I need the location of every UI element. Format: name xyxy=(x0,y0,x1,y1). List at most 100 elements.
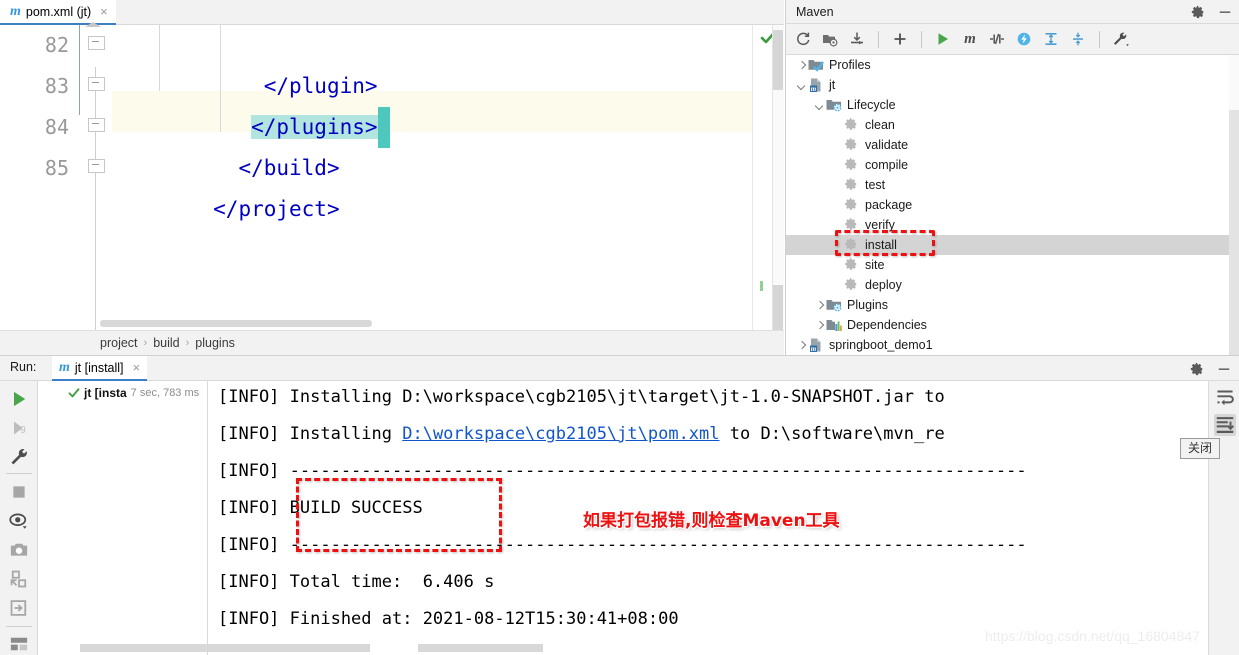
goal-gear-icon xyxy=(844,217,860,233)
maven-tree-item-verify[interactable]: verify xyxy=(786,215,1239,235)
maven-tree-item-lifecycle[interactable]: Lifecycle xyxy=(786,95,1239,115)
toggle-offline-icon[interactable] xyxy=(1015,30,1033,48)
code-line-85[interactable]: </project> xyxy=(112,148,784,221)
chevron-right-icon[interactable] xyxy=(795,59,808,72)
editor-scrollbar-thumb-lower[interactable] xyxy=(773,285,783,330)
add-icon[interactable] xyxy=(891,30,909,48)
editor-code-area[interactable]: </plugin> </plugins> </build> </project> xyxy=(112,25,784,330)
scroll-to-end-icon[interactable] xyxy=(1214,414,1236,436)
goal-gear-icon xyxy=(844,177,860,193)
close-icon[interactable]: × xyxy=(100,4,108,19)
editor-horizontal-scrollbar[interactable] xyxy=(100,320,372,327)
code-line-83[interactable]: </plugins> xyxy=(112,66,784,148)
expand-all-icon[interactable] xyxy=(1042,30,1060,48)
run-tree-item-jt-install[interactable]: jt [insta 7 sec, 783 ms xyxy=(68,386,199,400)
maven-tree-item-clean[interactable]: clean xyxy=(786,115,1239,135)
maven-tree-item-install[interactable]: install xyxy=(786,235,1239,255)
console-line: [INFO] Total time: 6.406 s xyxy=(218,572,494,592)
maven-tree-item-label: site xyxy=(865,258,885,272)
breadcrumb-item-plugins[interactable]: plugins xyxy=(195,336,235,350)
toolbar-separator xyxy=(1099,30,1100,48)
maven-tree-item-springboot-demo1[interactable]: m springboot_demo1 xyxy=(786,335,1239,355)
generate-sources-icon[interactable] xyxy=(821,30,839,48)
minimap-marker xyxy=(760,281,763,291)
console-link[interactable]: D:\workspace\cgb2105\jt\pom.xml xyxy=(402,424,719,444)
maven-tree-item-compile[interactable]: compile xyxy=(786,155,1239,175)
run-tree-panel[interactable]: jt [insta 7 sec, 783 ms xyxy=(38,381,208,655)
close-icon[interactable]: × xyxy=(133,360,141,375)
goal-gear-icon xyxy=(844,257,860,273)
run-icon[interactable] xyxy=(934,30,952,48)
console-text: [INFO] Total time: 6.406 s xyxy=(218,572,495,592)
gear-icon[interactable] xyxy=(1191,5,1205,19)
download-sources-icon[interactable] xyxy=(848,30,866,48)
chevron-right-icon[interactable] xyxy=(813,319,826,332)
code-line-82[interactable]: </plugin> xyxy=(112,25,784,98)
maven-run-icon: m xyxy=(59,359,70,375)
maven-tree-item-deploy[interactable]: deploy xyxy=(786,275,1239,295)
maven-tree-scrollbar-thumb[interactable] xyxy=(1229,110,1239,395)
maven-project-tree[interactable]: Profiles m jt Lifecycle clean validate compile… xyxy=(786,55,1239,355)
svg-text:m: m xyxy=(811,345,817,353)
console-right-toolbar xyxy=(1208,381,1239,655)
console-horizontal-scrollbar[interactable] xyxy=(418,644,543,652)
maven-tree-item-dependencies[interactable]: Dependencies xyxy=(786,315,1239,335)
run-tree-horizontal-scrollbar[interactable] xyxy=(80,644,370,652)
filter-eye-icon[interactable] xyxy=(9,511,29,531)
minimize-icon[interactable] xyxy=(1217,362,1231,376)
execute-maven-goal-icon[interactable]: m xyxy=(961,30,979,48)
goal-gear-icon xyxy=(844,137,860,153)
console-line: [INFO] Finished at: 2021-08-12T15:30:41+… xyxy=(218,609,679,629)
maven-tree-item-plugins[interactable]: Plugins xyxy=(786,295,1239,315)
edit-configuration-wrench-icon[interactable] xyxy=(9,447,29,467)
maven-tree-item-profiles[interactable]: Profiles xyxy=(786,55,1239,75)
stop-icon[interactable] xyxy=(9,482,29,502)
maven-tree-item-label: springboot_demo1 xyxy=(829,338,933,352)
maven-tree-scrollbar[interactable] xyxy=(1229,55,1239,395)
maven-tree-item-validate[interactable]: validate xyxy=(786,135,1239,155)
svg-text:9: 9 xyxy=(20,425,26,436)
rerun-failed-icon[interactable]: 9 xyxy=(9,418,29,438)
maven-tree-item-jt[interactable]: m jt xyxy=(786,75,1239,95)
breadcrumb-item-build[interactable]: build xyxy=(153,336,179,350)
restore-layout-icon[interactable] xyxy=(9,569,29,589)
maven-tree-item-label: deploy xyxy=(865,278,902,292)
chevron-down-icon[interactable] xyxy=(813,99,826,112)
minimize-icon[interactable] xyxy=(1218,5,1232,19)
toggle-skip-tests-icon[interactable] xyxy=(988,30,1006,48)
maven-tree-item-label: install xyxy=(865,238,897,252)
goal-gear-icon xyxy=(844,237,860,253)
console-text: [INFO] BUILD SUCCESS xyxy=(218,498,423,518)
gear-icon[interactable] xyxy=(1190,362,1204,376)
chevron-down-icon[interactable] xyxy=(795,79,808,92)
soft-wrap-icon[interactable] xyxy=(1214,386,1236,408)
run-tab-jt-install[interactable]: m jt [install] × xyxy=(52,356,148,381)
toolbar-separator xyxy=(6,626,32,627)
collapse-all-icon[interactable] xyxy=(1069,30,1087,48)
fold-toggle-icon[interactable] xyxy=(86,74,106,94)
reimport-icon[interactable] xyxy=(794,30,812,48)
console-text: [INFO] Installing xyxy=(218,424,403,444)
chevron-right-icon[interactable] xyxy=(813,299,826,312)
fold-toggle-icon[interactable] xyxy=(86,33,106,53)
scroll-to-source-icon[interactable] xyxy=(9,598,29,618)
fold-toggle-icon[interactable] xyxy=(86,156,106,176)
maven-file-icon: m xyxy=(10,3,21,19)
maven-tree-item-package[interactable]: package xyxy=(786,195,1239,215)
maven-tree-item-label: test xyxy=(865,178,886,192)
chevron-right-icon[interactable] xyxy=(795,339,808,352)
editor-scrollbar-thumb[interactable] xyxy=(773,30,783,90)
success-check-icon xyxy=(68,388,80,398)
maven-tree-item-site[interactable]: site xyxy=(786,255,1239,275)
maven-tree-item-test[interactable]: test xyxy=(786,175,1239,195)
layout-settings-icon[interactable] xyxy=(9,634,29,654)
settings-wrench-icon[interactable] xyxy=(1112,30,1130,48)
code-line-84[interactable]: </build> xyxy=(112,107,784,180)
export-screenshot-icon[interactable] xyxy=(9,540,29,560)
fold-toggle-icon[interactable] xyxy=(86,115,106,135)
rerun-icon[interactable] xyxy=(9,389,29,409)
breadcrumb-item-project[interactable]: project xyxy=(100,336,138,350)
